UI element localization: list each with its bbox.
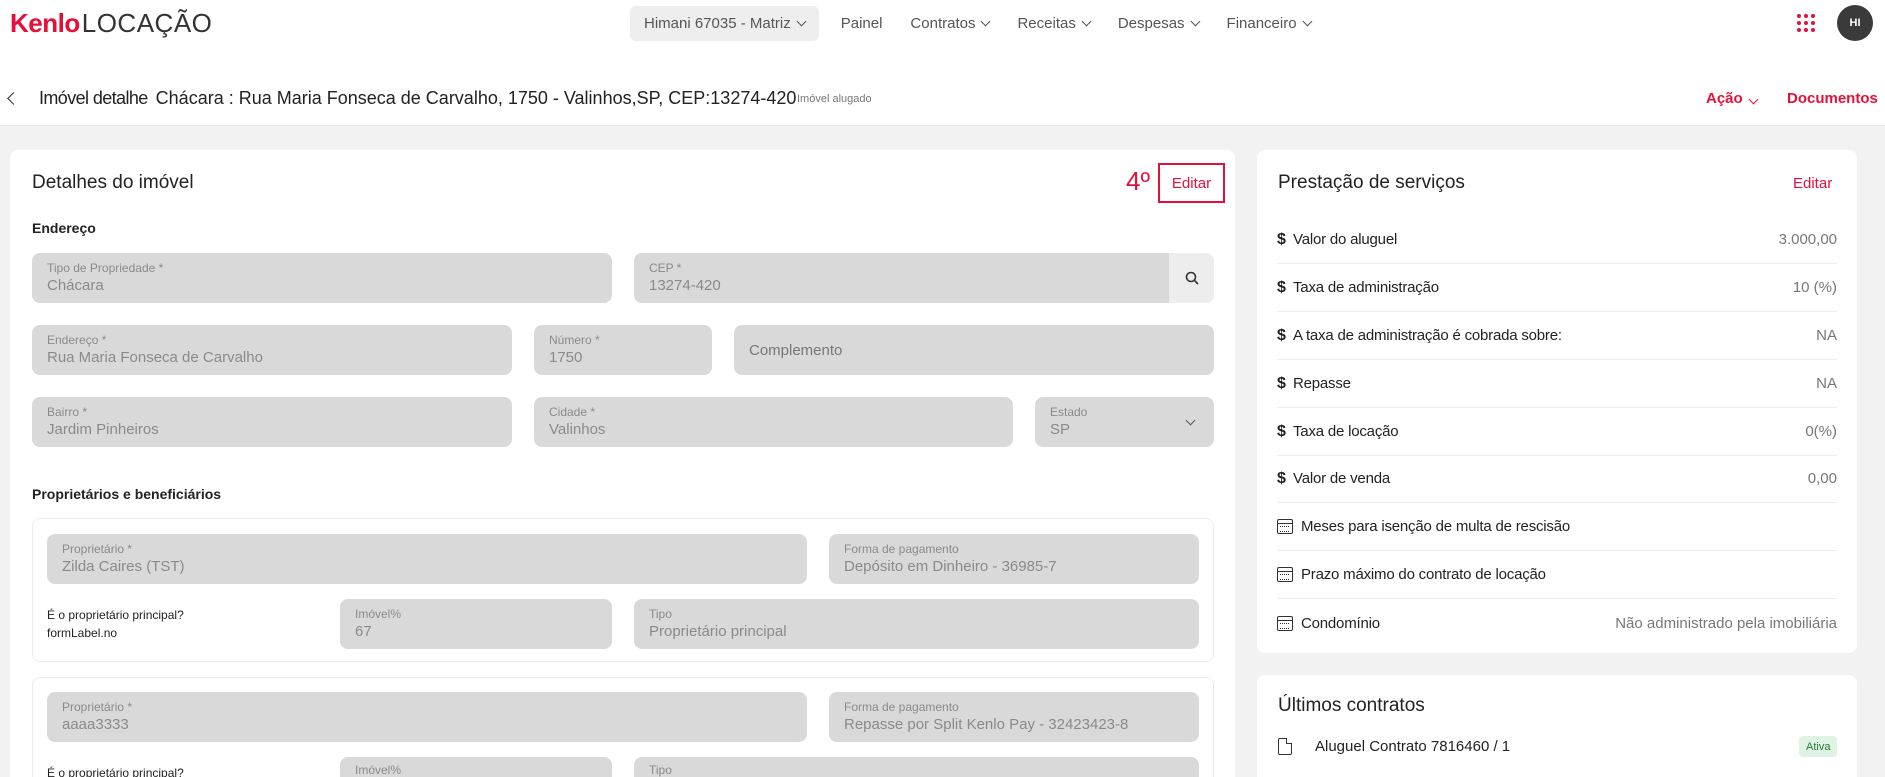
calendar-icon: [1277, 615, 1293, 631]
property-type-field[interactable]: Tipo de Propriedade * Chácara: [32, 253, 612, 303]
complement-field[interactable]: Complemento: [734, 325, 1214, 375]
owner-field[interactable]: Proprietário * Zilda Caires (TST): [47, 534, 807, 584]
branch-selector[interactable]: Himani 67035 - Matriz: [630, 6, 819, 41]
chevron-down-icon: [1081, 16, 1092, 27]
service-row-admin-fee-base: $ A taxa de administração é cobrada sobr…: [1277, 312, 1837, 360]
chevron-down-icon: [796, 16, 807, 27]
page-title: Imóvel detalhe Chácara : Rua Maria Fonsec…: [39, 88, 797, 108]
nav-financeiro[interactable]: Financeiro: [1213, 6, 1325, 41]
main-nav: Himani 67035 - Matriz Painel Contratos R…: [630, 6, 1325, 41]
documents-button[interactable]: Documentos: [1787, 90, 1878, 107]
chevron-down-icon: [1185, 415, 1196, 426]
action-menu-button[interactable]: Ação: [1706, 90, 1759, 107]
details-title: Detalhes do imóvel: [32, 172, 194, 193]
search-icon: [1185, 271, 1199, 285]
chevron-down-icon: [1302, 16, 1313, 27]
latest-contracts-card: [1257, 675, 1857, 777]
dollar-icon: $: [1277, 326, 1286, 344]
chevron-down-icon: [981, 16, 991, 27]
main-owner-value: formLabel.no: [47, 626, 118, 640]
top-navbar: KenloLOCAÇÃO Himani 67035 - Matriz Paine…: [0, 0, 1885, 46]
service-row-sale-value: $ Valor de venda 0,00: [1277, 455, 1837, 503]
dollar-icon: $: [1277, 422, 1286, 440]
state-select[interactable]: Estado SP: [1035, 397, 1214, 447]
dollar-icon: $: [1277, 374, 1286, 392]
property-status: Imóvel alugado: [797, 93, 872, 105]
avatar[interactable]: HI: [1837, 5, 1873, 41]
service-row-penalty-exemption: Meses para isenção de multa de rescisão: [1277, 503, 1837, 551]
city-field[interactable]: Cidade * Valinhos: [534, 397, 1013, 447]
page-header: Imóvel detalhe Chácara : Rua Maria Fonsec…: [0, 46, 1885, 126]
service-row-rent: $ Valor do aluguel 3.000,00: [1277, 216, 1837, 264]
step-annotation: 4º: [1126, 166, 1150, 196]
service-row-admin-fee: $ Taxa de administração 10 (%): [1277, 264, 1837, 312]
services-title: Prestação de serviços: [1278, 172, 1465, 193]
main-owner-question: É o proprietário principal?: [47, 766, 184, 777]
address-section-title: Endereço: [32, 220, 96, 236]
main-owner-question: É o proprietário principal?: [47, 608, 184, 622]
contracts-title: Últimos contratos: [1278, 695, 1425, 716]
nav-despesas[interactable]: Despesas: [1104, 6, 1213, 41]
document-icon: [1278, 738, 1292, 755]
dollar-icon: $: [1277, 230, 1286, 248]
payment-method-field[interactable]: Forma de pagamento Repasse por Split Ken…: [829, 692, 1199, 742]
owner-field[interactable]: Proprietário * aaaa3333: [47, 692, 807, 742]
nav-contratos[interactable]: Contratos: [896, 6, 1003, 41]
share-percent-field[interactable]: Imóvel% 67: [340, 599, 612, 649]
neighborhood-field[interactable]: Bairro * Jardim Pinheiros: [32, 397, 512, 447]
calendar-icon: [1277, 567, 1293, 582]
contract-link[interactable]: Aluguel Contrato 7816460 / 1: [1315, 738, 1510, 755]
edit-services-button[interactable]: Editar: [1793, 175, 1832, 192]
owner-type-field[interactable]: Tipo Proprietário principal: [634, 599, 1199, 649]
service-row-condominium: Condomínio Não administrado pela imobili…: [1277, 599, 1837, 647]
service-row-max-term: Prazo máximo do contrato de locação: [1277, 551, 1837, 599]
back-arrow-icon[interactable]: [7, 92, 20, 105]
edit-details-button[interactable]: Editar: [1158, 163, 1225, 203]
chevron-down-icon: [1748, 94, 1759, 105]
share-percent-field[interactable]: Imóvel%: [340, 757, 612, 777]
owner-type-field[interactable]: Tipo: [634, 757, 1199, 777]
payment-method-field[interactable]: Forma de pagamento Depósito em Dinheiro …: [829, 534, 1199, 584]
status-badge: Ativa: [1799, 736, 1838, 757]
nav-receitas[interactable]: Receitas: [1003, 6, 1103, 41]
owners-section-title: Proprietários e beneficiários: [32, 486, 222, 502]
calendar-icon: [1277, 519, 1293, 534]
number-field[interactable]: Número * 1750: [534, 325, 712, 375]
dollar-icon: $: [1277, 278, 1286, 296]
chevron-down-icon: [1190, 16, 1200, 27]
search-cep-button[interactable]: [1169, 253, 1214, 303]
address-field[interactable]: Endereço * Rua Maria Fonseca de Carvalho: [32, 325, 512, 375]
kenlo-logo[interactable]: KenloLOCAÇÃO: [10, 8, 212, 39]
service-row-leasing-fee: $ Taxa de locação 0(%): [1277, 408, 1837, 456]
dollar-icon: $: [1277, 469, 1286, 487]
service-row-transfer: $ Repasse NA: [1277, 360, 1837, 408]
grid-dots-icon[interactable]: [1797, 14, 1815, 32]
nav-painel[interactable]: Painel: [827, 6, 897, 41]
cep-field[interactable]: CEP * 13274-420: [634, 253, 1214, 303]
